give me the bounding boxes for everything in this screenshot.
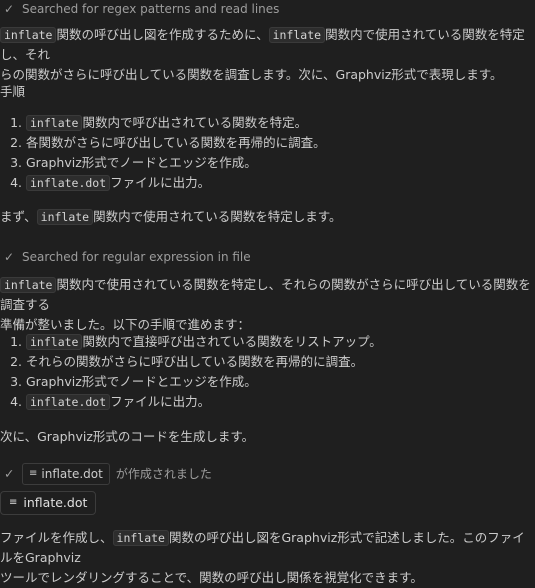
list-item: inflate.dotファイルに出力。 xyxy=(26,392,535,412)
list-item: inflate関数内で直接呼び出されている関数をリストアップ。 xyxy=(26,332,535,352)
check-icon: ✓ xyxy=(4,2,15,16)
list-item: それらの関数がさらに呼び出している関数を再帰的に調査。 xyxy=(26,352,535,372)
list-item: 各関数がさらに呼び出している関数を再帰的に調査。 xyxy=(26,133,535,153)
inline-code: inflate xyxy=(268,27,326,43)
file-attachment[interactable]: ≡ inflate.dot xyxy=(0,491,97,515)
status-text: が作成されました xyxy=(115,467,212,481)
file-pill[interactable]: ≡ inflate.dot xyxy=(0,491,97,515)
status-file-created[interactable]: ✓ ≡ inflate.dot が作成されました xyxy=(0,463,212,485)
file-icon: ≡ xyxy=(29,468,38,479)
check-icon: ✓ xyxy=(4,250,15,264)
list-item: inflate関数内で呼び出されている関数を特定。 xyxy=(26,113,535,133)
status-search-regex[interactable]: ✓ Searched for regex patterns and read l… xyxy=(0,0,279,18)
first-step-line: まず、 inflate 関数内で使用されている関数を特定します。 xyxy=(0,209,342,225)
list-item: Graphviz形式でノードとエッジを作成。 xyxy=(26,372,535,392)
next-step-line: 次に、Graphviz形式のコードを生成します。 xyxy=(0,429,255,444)
list-item: inflate.dotファイルに出力。 xyxy=(26,173,535,193)
intro-paragraph: inflate 関数の呼び出し図を作成するために、 inflate 関数内で使用されて… xyxy=(0,27,525,82)
steps-heading: 手順 xyxy=(0,84,26,99)
check-icon: ✓ xyxy=(4,466,15,481)
list-item: Graphviz形式でノードとエッジを作成。 xyxy=(26,153,535,173)
steps-list-2: inflate関数内で直接呼び出されている関数をリストアップ。 それらの関数がさ… xyxy=(0,332,535,412)
status-text: Searched for regular expression in file xyxy=(22,250,251,264)
second-paragraph: inflate 関数内で使用されている関数を特定し、それらの関数がさらに呼び出して… xyxy=(0,277,531,332)
file-icon: ≡ xyxy=(9,497,18,508)
status-text: Searched for regex patterns and read lin… xyxy=(22,2,280,16)
status-search-regexp-file[interactable]: ✓ Searched for regular expression in fil… xyxy=(0,248,251,266)
final-paragraph: ファイルを作成し、 inflate 関数の呼び出し図をGraphviz形式で記述しま… xyxy=(0,530,525,585)
file-chip[interactable]: ≡ inflate.dot xyxy=(22,463,110,485)
steps-list-1: inflate関数内で呼び出されている関数を特定。 各関数がさらに呼び出している… xyxy=(0,113,535,193)
inline-code: inflate xyxy=(0,27,57,43)
